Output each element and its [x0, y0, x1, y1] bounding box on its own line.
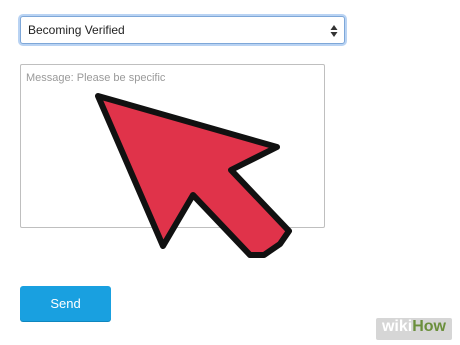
wikihow-watermark: wiki How	[375, 318, 452, 340]
send-button-label: Send	[50, 296, 81, 311]
message-textarea[interactable]: Message: Please be specific	[20, 64, 325, 228]
select-updown-icon	[330, 25, 338, 37]
send-button[interactable]: Send	[20, 286, 111, 321]
topic-select-value: Becoming Verified	[28, 23, 125, 37]
topic-select[interactable]: Becoming Verified	[20, 16, 345, 44]
message-placeholder: Message: Please be specific	[26, 72, 166, 84]
